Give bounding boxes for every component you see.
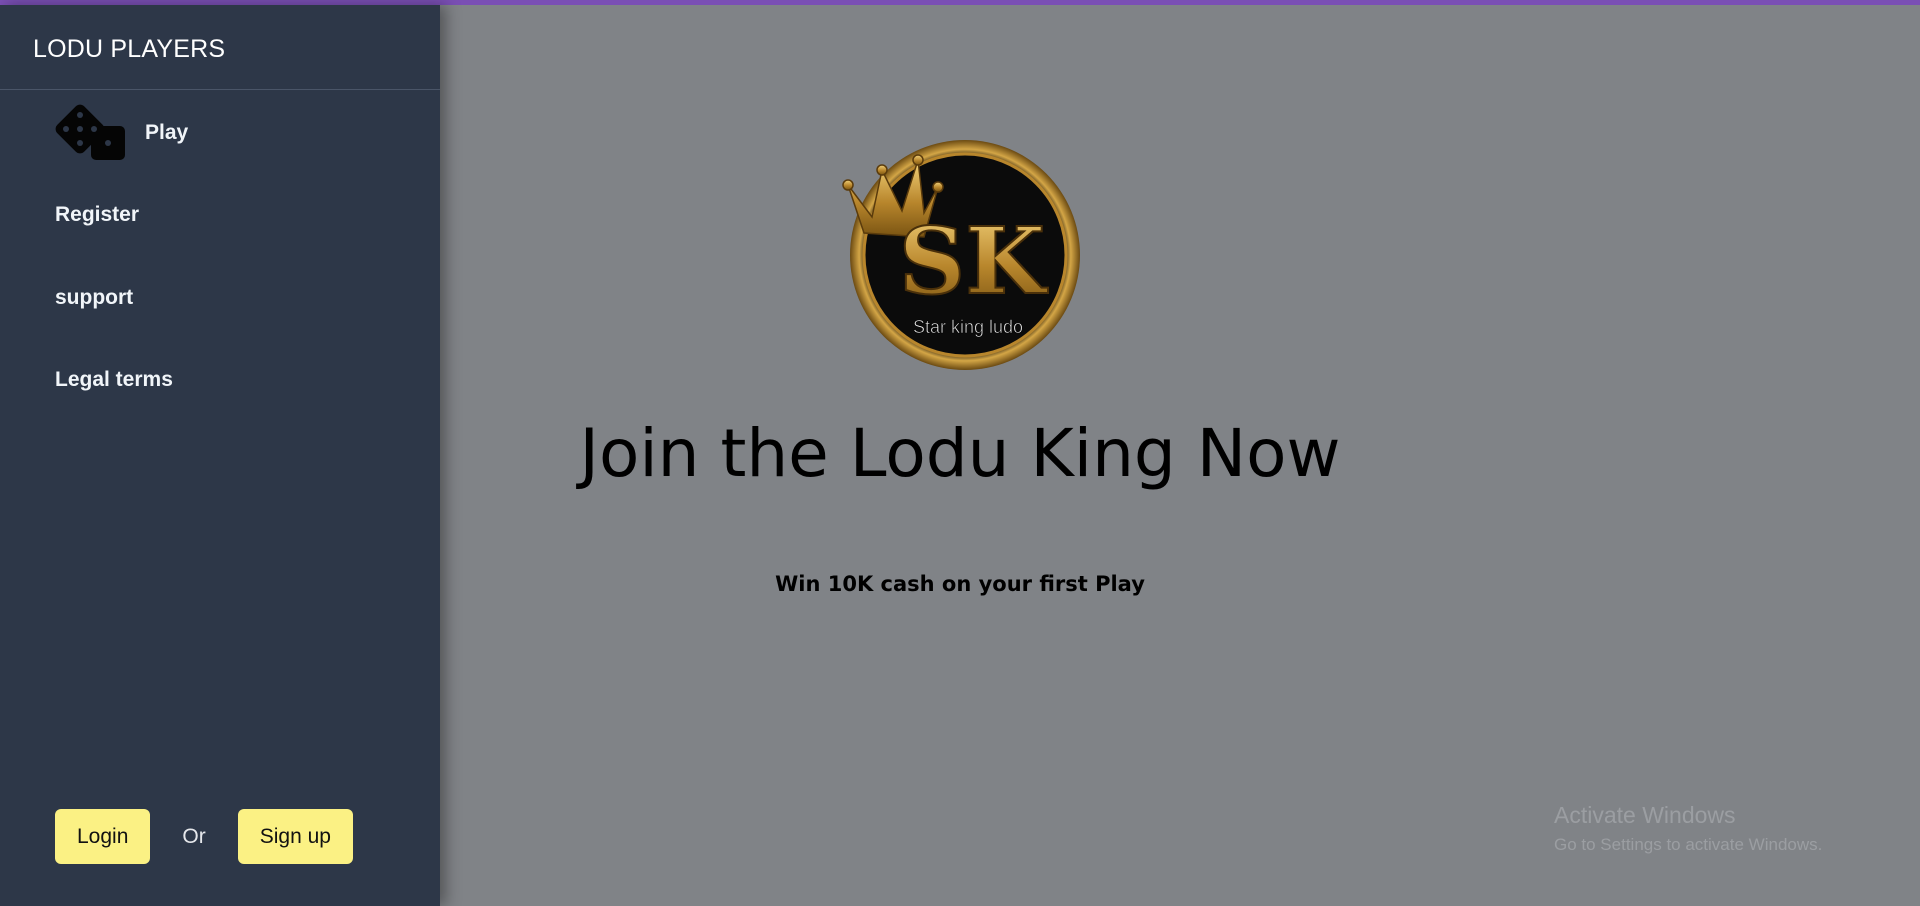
sidebar-item-play-label: Play [145, 121, 189, 144]
watermark-subtitle: Go to Settings to activate Windows. [1554, 835, 1823, 854]
sidebar-item-support[interactable]: support [55, 286, 133, 310]
main-content: SK Star king ludo Join the Lodu King Now… [440, 5, 1920, 906]
brand-divider [0, 89, 440, 90]
or-separator: Or [182, 824, 206, 848]
activate-windows-watermark: Activate Windows Go to Settings to activ… [1554, 802, 1822, 855]
auth-buttons: Login Or Sign up [55, 809, 353, 864]
logo-monogram: SK [899, 207, 1048, 315]
hero-title: Join the Lodu King Now [579, 415, 1341, 492]
brand-title[interactable]: LODU PLAYERS [33, 35, 225, 64]
star-king-ludo-logo: SK Star king ludo [842, 140, 1080, 370]
sidebar-drawer: LODU PLAYERS Play Register support Legal… [0, 5, 440, 906]
dice-icon [55, 104, 125, 160]
signup-button[interactable]: Sign up [237, 809, 353, 864]
watermark-title: Activate Windows [1554, 802, 1736, 828]
hero-subtitle: Win 10K cash on your first Play [775, 572, 1145, 596]
logo-caption: Star king ludo [913, 317, 1023, 337]
sidebar-item-legal-terms[interactable]: Legal terms [55, 368, 173, 392]
sidebar-item-register[interactable]: Register [55, 203, 139, 227]
login-button[interactable]: Login [55, 809, 151, 864]
sidebar-item-play[interactable]: Play [55, 102, 188, 164]
